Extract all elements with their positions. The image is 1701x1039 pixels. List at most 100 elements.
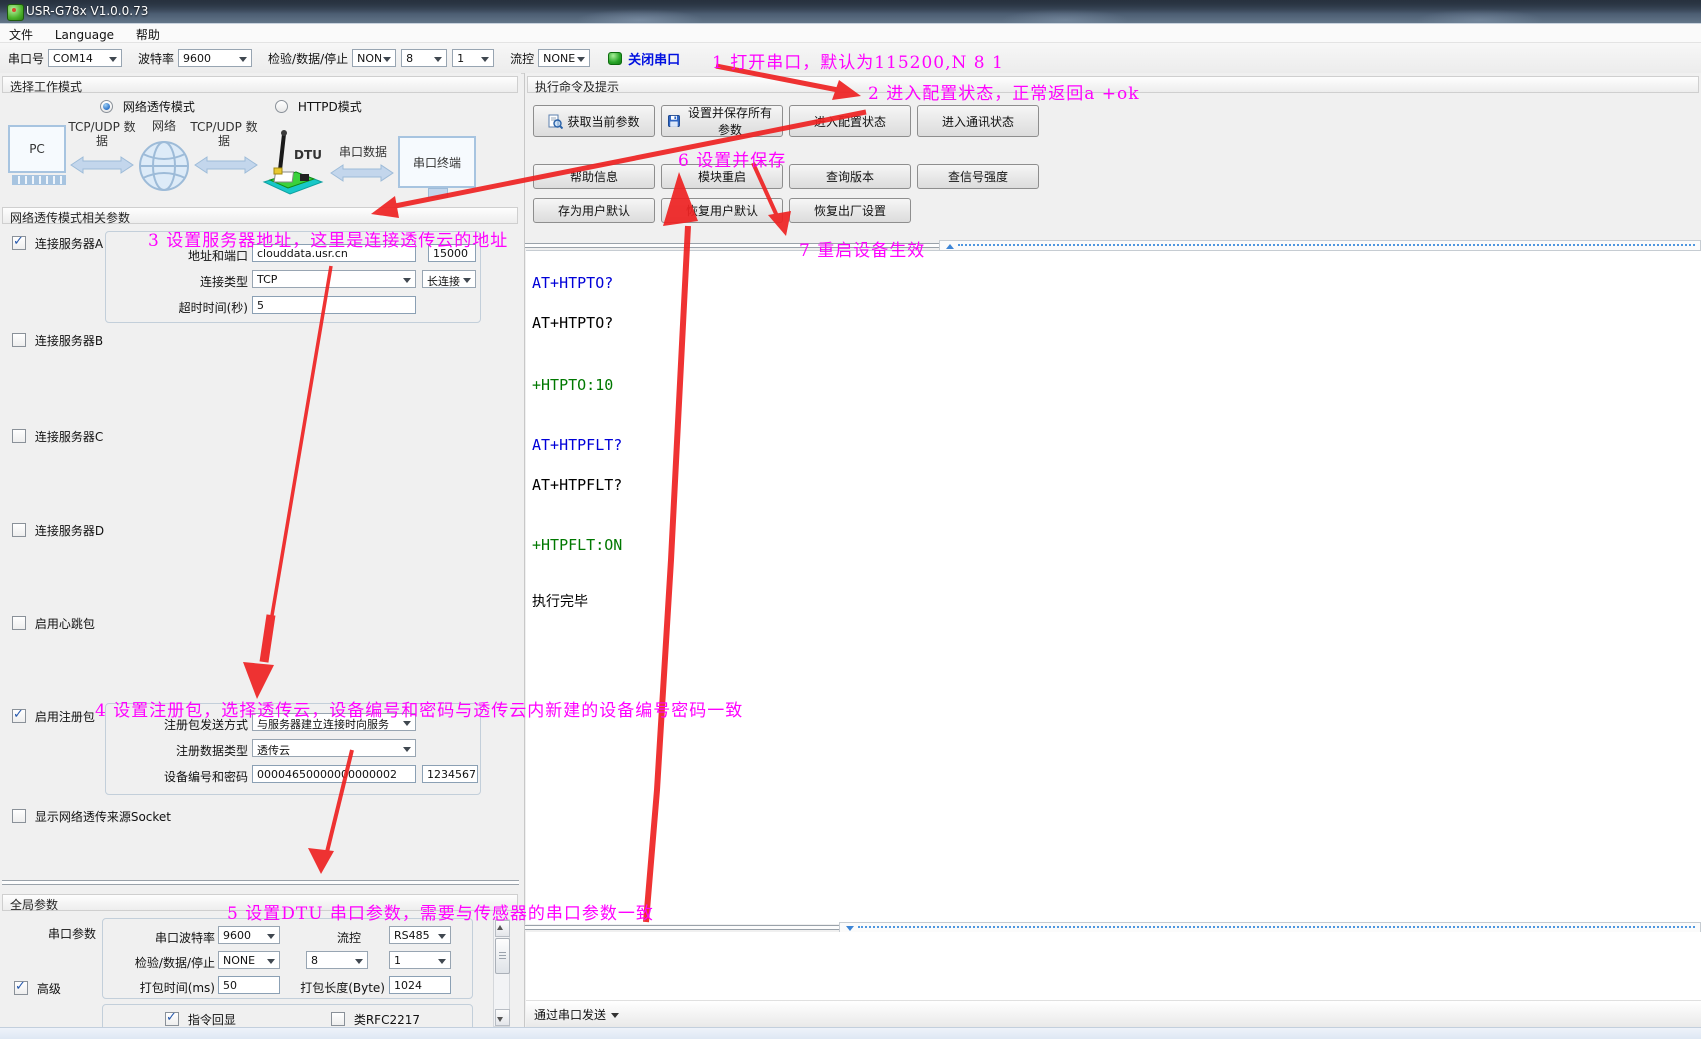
terminal-log[interactable]: AT+HTPTO? AT+HTPTO? +HTPTO:10 AT+HTPFLT?… [526,250,1701,924]
parity-select[interactable]: NONE [352,49,396,67]
pc-keyboard-icon [12,175,66,185]
pack-len-input[interactable]: 1024 [389,976,451,994]
checkbox-server-b[interactable]: 连接服务器B [12,332,103,346]
network-globe-icon [138,135,190,197]
terminal-line: AT+HTPTO? [532,274,613,292]
close-serial-button[interactable]: 关闭串口 [628,49,680,68]
conn-mode-select[interactable]: 长连接 [422,270,476,288]
g-baud-select[interactable]: 9600 [218,926,280,944]
floppy-save-icon [668,114,680,128]
checkbox-socket-source[interactable]: 显示网络透传来源Socket [12,808,171,822]
horizontal-splitter[interactable] [2,880,519,885]
checkbox-heartbeat[interactable]: 启用心跳包 [12,615,95,629]
enter-config-state-button[interactable]: 进入配置状态 [789,105,911,137]
menu-language[interactable]: Language [46,26,123,44]
checkbox-advanced[interactable]: 高级 [14,980,61,994]
timeout-input[interactable]: 5 [252,296,416,314]
checkbox-icon [12,523,26,537]
checkbox-cmd-echo[interactable]: 指令回显 [165,1011,236,1025]
pack-time-input[interactable]: 50 [218,976,280,994]
window-title: USR-G78x V1.0.0.73 [26,4,148,18]
reg-data-type-select[interactable]: 透传云 [252,739,416,757]
send-via-serial-button[interactable]: 通过串口发送 [534,1006,619,1023]
chevron-down-icon [109,57,117,62]
radio-transparent-mode[interactable]: 网络透传模式 [100,98,195,112]
timeout-label: 超时时间(秒) [156,299,248,316]
pc-icon: PC [8,125,66,173]
radio-dot-icon [100,100,113,113]
scroll-thumb[interactable] [495,938,510,974]
app-window: USR-G78x V1.0.0.73 文件 Language 帮助 串口号 CO… [0,0,1701,1039]
dtu-device-icon [256,126,326,198]
get-params-button[interactable]: 获取当前参数 [533,105,655,137]
serial-open-indicator-icon [608,52,622,65]
server-a-address-input[interactable]: clouddata.usr.cn [252,244,416,262]
save-user-default-button[interactable]: 存为用户默认 [533,198,655,223]
device-password-input[interactable]: 12345678 [422,765,478,783]
device-id-input[interactable]: 00004650000000000002 [252,765,416,783]
checkbox-server-a[interactable]: 连接服务器A [12,235,103,249]
flow-label: 流控 [510,50,534,67]
chevron-down-icon [239,57,247,62]
chevron-down-icon [611,1013,619,1018]
checkbox-icon [14,981,28,995]
checkbox-rfc2217[interactable]: 类RFC2217 [331,1011,420,1025]
g-parity-select[interactable]: NONE [218,951,280,969]
g-stopbits-select[interactable]: 1 [389,951,451,969]
pack-len-label: 打包长度(Byte) [287,979,385,996]
send-top-splitter[interactable] [525,925,839,930]
double-arrow-icon [70,155,134,175]
reg-send-mode-select[interactable]: 与服务器建立连接时向服务 [252,713,416,731]
dotted-grip-icon [958,244,1695,246]
grip-icon [499,952,506,953]
g-databits-select[interactable]: 8 [306,951,368,969]
addr-port-label: 地址和端口 [164,247,248,264]
checkbox-server-d[interactable]: 连接服务器D [12,522,104,536]
terminal-line: +HTPTO:10 [532,376,613,394]
global-params-header: 全局参数 [2,894,518,911]
send-toolbar: 通过串口发送 [526,1000,1701,1027]
databits-select[interactable]: 8 [401,49,447,67]
server-a-port-input[interactable]: 15000 [428,244,476,262]
checkbox-icon [165,1012,179,1026]
chevron-down-icon [267,959,275,964]
enter-comm-state-button[interactable]: 进入通讯状态 [917,105,1039,137]
query-version-button[interactable]: 查询版本 [789,164,911,189]
factory-reset-button[interactable]: 恢复出厂设置 [789,198,911,223]
g-flow-select[interactable]: RS485 [389,926,451,944]
serial-toolbar: 串口号 COM14 波特率 9600 检验/数据/停止 NONE 8 1 流控 … [0,43,1701,74]
conn-type-select[interactable]: TCP [252,270,416,288]
module-restart-button[interactable]: 模块重启 [661,164,783,189]
flow-select[interactable]: NONE [538,49,590,67]
terminal-line: AT+HTPTO? [532,314,613,332]
port-select[interactable]: COM14 [48,49,122,67]
port-label: 串口号 [8,50,44,67]
menu-file[interactable]: 文件 [0,24,42,42]
commands-header: 执行命令及提示 [527,76,1699,93]
chevron-down-icon [355,959,363,964]
help-info-button[interactable]: 帮助信息 [533,164,655,189]
device-id-label: 设备编号和密码 [144,768,248,785]
stopbits-select[interactable]: 1 [452,49,494,67]
server-a-group: 地址和端口 clouddata.usr.cn 15000 连接类型 TCP 长连… [105,231,481,323]
terminal-line: AT+HTPFLT? [532,436,622,454]
save-all-params-button[interactable]: 设置并保存所有参数 [661,105,783,137]
main-area: 选择工作模式 网络透传模式 HTTPD模式 PC TCP/UDP 数据 [0,73,1701,1027]
checkbox-regpack[interactable]: 启用注册包 [12,708,95,722]
terminal-top-splitter[interactable] [525,243,939,248]
serial-group-label: 串口参数 [20,925,96,942]
net-params-header: 网络透传模式相关参数 [2,207,518,224]
reg-send-mode-label: 注册包发送方式 [144,716,248,733]
send-area[interactable]: 通过串口发送 [526,932,1701,1027]
left-panel-scrollbar[interactable] [493,919,510,1027]
query-signal-button[interactable]: 查信号强度 [917,164,1039,189]
checkbox-icon [12,616,26,630]
regpack-group: 注册包发送方式 与服务器建立连接时向服务 注册数据类型 透传云 设备编号和密码 … [105,703,481,795]
menu-help[interactable]: 帮助 [127,24,169,42]
checkbox-server-c[interactable]: 连接服务器C [12,428,103,442]
baud-select[interactable]: 9600 [178,49,252,67]
conn-type-label: 连接类型 [164,273,248,290]
search-doc-icon [548,114,563,129]
radio-httpd-mode[interactable]: HTTPD模式 [275,98,362,112]
restore-user-default-button[interactable]: 恢复用户默认 [661,198,783,223]
